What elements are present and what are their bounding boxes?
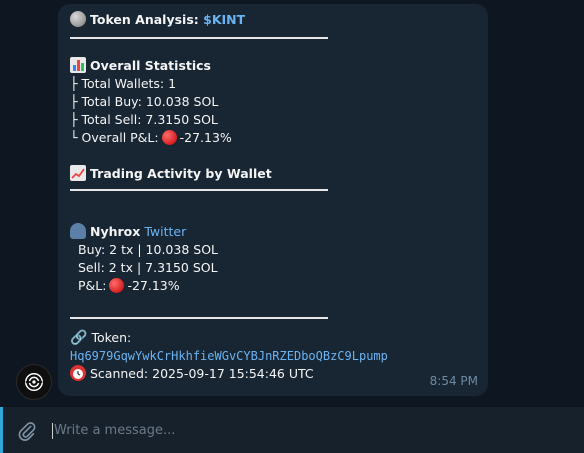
message-bubble: Token Analysis: $KINT Overall Statistics… — [58, 4, 488, 396]
new-moon-icon — [70, 11, 86, 27]
chart-increasing-icon — [70, 165, 86, 181]
ticker-link[interactable]: $KINT — [203, 12, 245, 27]
bust-in-silhouette-icon — [70, 223, 86, 239]
wallet-row: Nyhrox Twitter — [70, 223, 476, 241]
overall-heading-text: Overall Statistics — [90, 58, 211, 73]
wallet-pnl-value: -27.13% — [127, 278, 180, 293]
twitter-link[interactable]: Twitter — [144, 224, 186, 239]
message-time: 8:54 PM — [429, 374, 478, 388]
text-caret — [52, 423, 53, 439]
bot-avatar[interactable] — [16, 364, 52, 400]
link-icon: 🔗 — [70, 330, 88, 346]
overall-pnl-label: └ Overall P&L: — [70, 130, 159, 145]
message-title: Token Analysis: $KINT — [70, 11, 476, 29]
alarm-clock-icon — [70, 365, 86, 381]
wallet-buy: Buy: 2 tx | 10.038 SOL — [78, 242, 219, 257]
token-address[interactable]: Hq6979GqwYwkCrHkhfieWGvCYBJnRZEDboQBzC9L… — [70, 347, 476, 365]
wallet-name: Nyhrox — [90, 224, 141, 239]
red-circle-icon — [109, 278, 125, 293]
scanned-row: Scanned: 2025-09-17 15:54:46 UTC — [70, 365, 476, 383]
bar-chart-icon — [70, 57, 86, 73]
message-input[interactable] — [54, 420, 554, 440]
token-label: Token: — [91, 330, 132, 345]
overall-pnl-value: -27.13% — [179, 130, 232, 145]
composer-accent — [0, 407, 3, 453]
wallet-sell: Sell: 2 tx | 7.3150 SOL — [78, 260, 218, 275]
total-buy: ├ Total Buy: 10.038 SOL — [70, 94, 219, 109]
wallet-pnl: P&L: -27.13% — [70, 277, 476, 295]
message-composer — [0, 406, 584, 453]
total-sell: ├ Total Sell: 7.3150 SOL — [70, 112, 218, 127]
scanned-time: Scanned: 2025-09-17 15:54:46 UTC — [90, 366, 314, 381]
overall-pnl: └ Overall P&L: -27.13% — [70, 129, 476, 147]
total-wallets: ├ Total Wallets: 1 — [70, 76, 177, 91]
overall-heading: Overall Statistics — [70, 57, 476, 75]
token-label-row: 🔗 Token: — [70, 329, 476, 347]
red-circle-icon — [161, 130, 177, 145]
bot-logo-icon — [25, 373, 43, 391]
activity-heading-text: Trading Activity by Wallet — [90, 166, 272, 181]
title-prefix: Token Analysis: — [90, 12, 204, 27]
paperclip-icon[interactable] — [16, 420, 38, 442]
activity-heading: Trading Activity by Wallet — [70, 165, 476, 183]
wallet-pnl-label: P&L: — [78, 278, 107, 293]
